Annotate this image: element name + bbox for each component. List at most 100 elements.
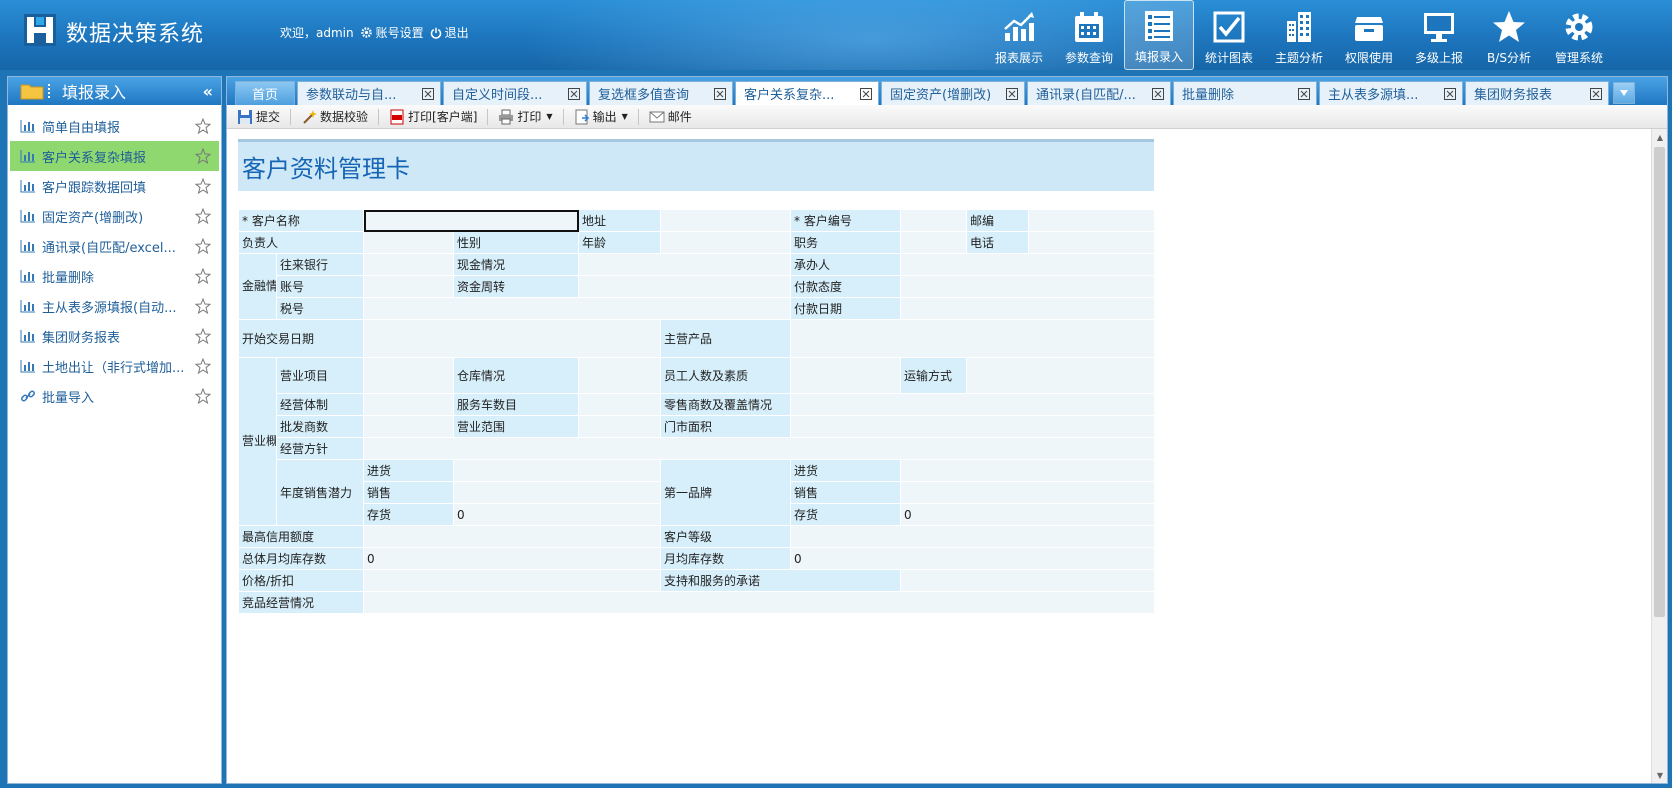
close-tab-icon[interactable] (860, 87, 873, 100)
tab-list-dropdown[interactable] (1613, 82, 1636, 104)
total-monthly-stock-input[interactable]: 0 (363, 547, 662, 570)
brand-inventory-input[interactable]: 0 (900, 503, 1156, 526)
position-input[interactable] (900, 231, 968, 254)
warehouse-input[interactable] (578, 357, 662, 394)
biz-scope-input[interactable] (578, 415, 662, 438)
sidebar-item[interactable]: 简单自由填报 (10, 111, 219, 141)
favorite-star-icon[interactable] (195, 388, 211, 404)
scrollbar-thumb[interactable] (1654, 147, 1665, 617)
bank-input[interactable] (363, 253, 455, 276)
validate-button[interactable]: 数据校验 (295, 107, 374, 127)
favorite-star-icon[interactable] (195, 238, 211, 254)
favorite-star-icon[interactable] (195, 178, 211, 194)
close-tab-icon[interactable] (714, 87, 727, 100)
annual-stock-in-input[interactable] (453, 459, 662, 482)
tab[interactable]: 复选框多值查询 (589, 81, 734, 105)
print-button[interactable]: 打印 ▼ (492, 107, 558, 127)
store-area-input[interactable] (790, 415, 1156, 438)
close-tab-icon[interactable] (1152, 87, 1165, 100)
favorite-star-icon[interactable] (195, 328, 211, 344)
tab[interactable]: 参数联动与自... (297, 81, 442, 105)
nav-admin[interactable]: 管理系统 (1544, 0, 1614, 70)
tab[interactable]: 集团财务报表 (1465, 81, 1610, 105)
close-tab-icon[interactable] (1444, 87, 1457, 100)
sidebar-item[interactable]: 批量删除 (10, 261, 219, 291)
tax-no-input[interactable] (363, 297, 792, 320)
sidebar-item[interactable]: 批量导入 (10, 381, 219, 411)
tab[interactable]: 批量删除 (1173, 81, 1318, 105)
handler-input[interactable] (900, 253, 1156, 276)
sidebar-item[interactable]: 土地出让（非行式增加... (10, 351, 219, 381)
favorite-star-icon[interactable] (195, 148, 211, 164)
favorite-star-icon[interactable] (195, 298, 211, 314)
turnover-input[interactable] (578, 275, 792, 298)
age-input[interactable] (660, 231, 792, 254)
nav-stat-charts[interactable]: 统计图表 (1194, 0, 1264, 70)
close-tab-icon[interactable] (568, 87, 581, 100)
close-tab-icon[interactable] (422, 87, 435, 100)
pay-attitude-input[interactable] (900, 275, 1156, 298)
pay-date-input[interactable] (900, 297, 1156, 320)
favorite-star-icon[interactable] (195, 118, 211, 134)
customer-no-input[interactable] (900, 209, 968, 232)
biz-system-input[interactable] (363, 393, 455, 416)
vertical-scrollbar[interactable]: ▲ ▼ (1651, 129, 1667, 783)
retail-input[interactable] (790, 393, 1156, 416)
start-date-input[interactable] (363, 319, 662, 358)
credit-limit-input[interactable] (363, 525, 662, 548)
tab[interactable]: 固定资产(增删改) (881, 81, 1026, 105)
price-discount-input[interactable] (363, 569, 662, 592)
biz-project-input[interactable] (363, 357, 455, 394)
close-tab-icon[interactable] (1298, 87, 1311, 100)
brand-sales-input[interactable] (900, 481, 1156, 504)
nav-multi-report[interactable]: 多级上报 (1404, 0, 1474, 70)
nav-fill-entry[interactable]: 填报录入 (1124, 0, 1194, 70)
phone-input[interactable] (1028, 231, 1156, 254)
sidebar-item[interactable]: 集团财务报表 (10, 321, 219, 351)
sidebar-item[interactable]: 通讯录(自匹配/excel... (10, 231, 219, 261)
favorite-star-icon[interactable] (195, 268, 211, 284)
monthly-stock-input[interactable]: 0 (790, 547, 1156, 570)
biz-policy-input[interactable] (363, 437, 1156, 460)
tab-active[interactable]: 客户关系复杂... (735, 81, 880, 105)
annual-sales-input[interactable] (453, 481, 662, 504)
account-input[interactable] (363, 275, 455, 298)
sidebar-item[interactable]: 客户跟踪数据回填 (10, 171, 219, 201)
sidebar-item[interactable]: 客户关系复杂填报 (10, 141, 219, 171)
address-input[interactable] (660, 209, 792, 232)
brand-stock-in-input[interactable] (900, 459, 1156, 482)
close-tab-icon[interactable] (1590, 87, 1603, 100)
competitor-input[interactable] (363, 591, 1156, 614)
annual-inventory-input[interactable]: 0 (453, 503, 662, 526)
main-product-input[interactable] (790, 319, 1156, 358)
logout-link[interactable]: 退出 (430, 24, 469, 41)
sidebar-item[interactable]: 主从表多源填报(自动... (10, 291, 219, 321)
nav-param-query[interactable]: 参数查询 (1054, 0, 1124, 70)
manager-input[interactable] (363, 231, 455, 254)
mail-button[interactable]: 邮件 (643, 107, 698, 127)
export-button[interactable]: 输出 ▼ (568, 107, 634, 127)
tab[interactable]: 主从表多源填... (1319, 81, 1464, 105)
nav-report-display[interactable]: 报表展示 (984, 0, 1054, 70)
favorite-star-icon[interactable] (195, 208, 211, 224)
customer-level-input[interactable] (790, 525, 1156, 548)
cash-input[interactable] (578, 253, 792, 276)
tab[interactable]: 通讯录(自匹配/... (1027, 81, 1172, 105)
print-client-button[interactable]: 打印[客户端] (383, 107, 483, 127)
sidebar-item[interactable]: 固定资产(增删改) (10, 201, 219, 231)
nav-bs-analysis[interactable]: B/S分析 (1474, 0, 1544, 70)
collapse-sidebar-button[interactable]: « (203, 82, 213, 101)
customer-name-input[interactable] (363, 209, 580, 232)
postcode-input[interactable] (1028, 209, 1156, 232)
nav-permission[interactable]: 权限使用 (1334, 0, 1404, 70)
tab[interactable]: 自定义时间段... (443, 81, 588, 105)
favorite-star-icon[interactable] (195, 358, 211, 374)
tab-home[interactable]: 首页 (235, 81, 296, 105)
support-promise-input[interactable] (900, 569, 1156, 592)
wholesale-input[interactable] (363, 415, 455, 438)
transport-input[interactable] (966, 357, 1156, 394)
nav-topic-analysis[interactable]: 主题分析 (1264, 0, 1334, 70)
close-tab-icon[interactable] (1006, 87, 1019, 100)
service-cars-input[interactable] (578, 393, 662, 416)
account-settings-link[interactable]: 账号设置 (360, 24, 424, 41)
